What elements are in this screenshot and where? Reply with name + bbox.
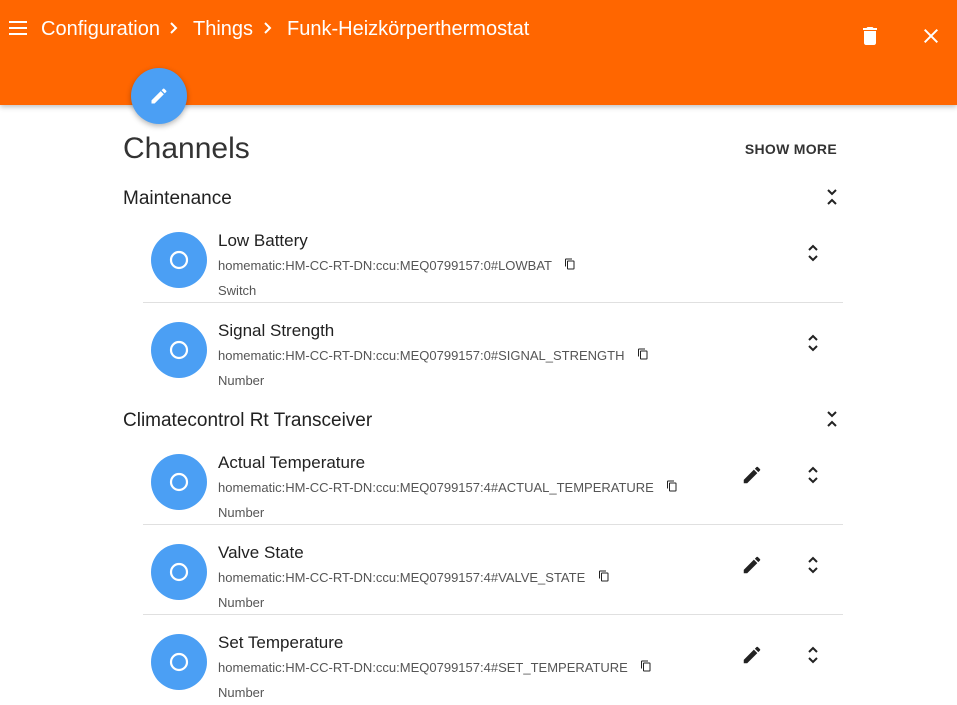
circle-outline-icon xyxy=(169,250,189,270)
divider xyxy=(143,614,843,615)
channel-avatar xyxy=(151,544,207,600)
delete-icon[interactable] xyxy=(858,24,882,48)
circle-outline-icon xyxy=(169,340,189,360)
channel-uid-line: homematic:HM-CC-RT-DN:ccu:MEQ0799157:4#A… xyxy=(218,479,678,497)
channel-type: Number xyxy=(218,505,265,520)
channel-uid: homematic:HM-CC-RT-DN:ccu:MEQ0799157:4#S… xyxy=(218,660,628,675)
expand-icon[interactable] xyxy=(805,643,821,667)
collapse-icon[interactable] xyxy=(824,409,840,429)
pencil-icon[interactable] xyxy=(741,464,763,486)
channel-avatar xyxy=(151,454,207,510)
divider xyxy=(143,302,843,303)
collapse-icon[interactable] xyxy=(824,187,840,207)
menu-icon[interactable] xyxy=(9,19,27,37)
copy-icon[interactable] xyxy=(598,570,610,582)
breadcrumb-configuration[interactable]: Configuration xyxy=(41,17,160,41)
page-title: Channels xyxy=(123,132,250,165)
channel-type: Switch xyxy=(218,283,257,298)
channel-type: Number xyxy=(218,373,265,388)
copy-icon[interactable] xyxy=(640,660,652,672)
channel-uid-line: homematic:HM-CC-RT-DN:ccu:MEQ0799157:4#V… xyxy=(218,569,610,587)
circle-outline-icon xyxy=(169,472,189,492)
channel-item-signal-strength[interactable]: Signal Strength homematic:HM-CC-RT-DN:cc… xyxy=(143,304,843,394)
channel-uid-line: homematic:HM-CC-RT-DN:ccu:MEQ0799157:0#L… xyxy=(218,257,576,275)
show-more-button[interactable]: SHOW MORE xyxy=(745,141,837,157)
breadcrumb-things[interactable]: Things xyxy=(193,17,253,41)
group-title-climatecontrol: Climatecontrol Rt Transceiver xyxy=(123,410,373,431)
channel-item-valve-state[interactable]: Valve State homematic:HM-CC-RT-DN:ccu:ME… xyxy=(143,526,843,616)
channel-item-low-battery[interactable]: Low Battery homematic:HM-CC-RT-DN:ccu:ME… xyxy=(143,214,843,304)
expand-icon[interactable] xyxy=(805,241,821,265)
channel-title: Actual Temperature xyxy=(218,453,366,472)
channel-avatar xyxy=(151,322,207,378)
copy-icon[interactable] xyxy=(666,480,678,492)
circle-outline-icon xyxy=(169,562,189,582)
channel-uid-line: homematic:HM-CC-RT-DN:ccu:MEQ0799157:0#S… xyxy=(218,347,649,365)
channel-title: Signal Strength xyxy=(218,321,335,340)
channel-uid: homematic:HM-CC-RT-DN:ccu:MEQ0799157:4#V… xyxy=(218,570,586,585)
channel-uid: homematic:HM-CC-RT-DN:ccu:MEQ0799157:4#A… xyxy=(218,480,654,495)
channel-item-set-temperature[interactable]: Set Temperature homematic:HM-CC-RT-DN:cc… xyxy=(143,616,843,705)
pencil-icon xyxy=(151,88,167,104)
close-icon[interactable] xyxy=(919,24,943,48)
circle-outline-icon xyxy=(169,652,189,672)
divider xyxy=(143,524,843,525)
channel-avatar xyxy=(151,232,207,288)
pencil-icon[interactable] xyxy=(741,644,763,666)
edit-thing-fab[interactable] xyxy=(131,68,187,124)
channel-title: Valve State xyxy=(218,543,304,562)
copy-icon[interactable] xyxy=(564,258,576,270)
group-title-maintenance: Maintenance xyxy=(123,188,232,209)
channel-type: Number xyxy=(218,595,265,610)
channel-title: Low Battery xyxy=(218,231,308,250)
channel-uid: homematic:HM-CC-RT-DN:ccu:MEQ0799157:0#S… xyxy=(218,348,625,363)
channel-item-actual-temperature[interactable]: Actual Temperature homematic:HM-CC-RT-DN… xyxy=(143,436,843,526)
chevron-right-icon xyxy=(170,22,178,34)
chevron-right-icon xyxy=(264,22,272,34)
expand-icon[interactable] xyxy=(805,553,821,577)
breadcrumb-current-thing: Funk-Heizkörperthermostat xyxy=(287,18,530,40)
copy-icon[interactable] xyxy=(637,348,649,360)
channel-type: Number xyxy=(218,685,265,700)
pencil-icon[interactable] xyxy=(741,554,763,576)
expand-icon[interactable] xyxy=(805,463,821,487)
channel-title: Set Temperature xyxy=(218,633,344,652)
expand-icon[interactable] xyxy=(805,331,821,355)
channel-avatar xyxy=(151,634,207,690)
channel-uid: homematic:HM-CC-RT-DN:ccu:MEQ0799157:0#L… xyxy=(218,258,553,273)
channel-uid-line: homematic:HM-CC-RT-DN:ccu:MEQ0799157:4#S… xyxy=(218,659,652,677)
